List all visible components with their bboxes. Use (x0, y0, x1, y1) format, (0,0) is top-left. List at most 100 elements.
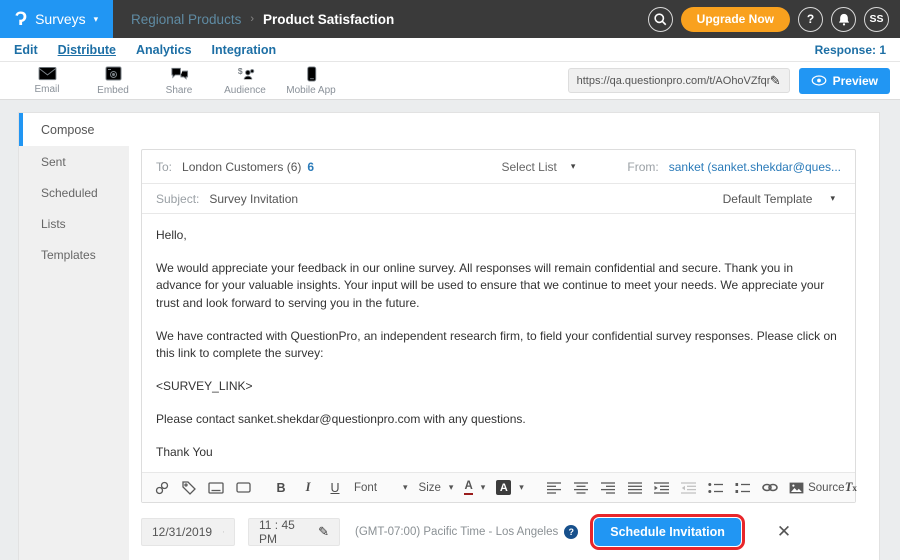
date-picker[interactable]: 12/31/2019 (141, 518, 235, 546)
calendar-icon (223, 525, 224, 539)
email-icon (38, 66, 57, 81)
survey-nav-row: Edit Distribute Analytics Integration Re… (0, 38, 900, 62)
tab-edit[interactable]: Edit (14, 43, 38, 57)
source-label: Source (808, 482, 844, 494)
upgrade-now-button[interactable]: Upgrade Now (681, 7, 790, 32)
channel-label: Mobile App (286, 85, 335, 96)
response-count[interactable]: Response: 1 (815, 43, 886, 57)
svg-text:$: $ (237, 66, 242, 76)
remove-format-button[interactable]: Tx (843, 478, 859, 498)
keyboard-icon (208, 482, 224, 494)
breadcrumb-folder[interactable]: Regional Products (131, 12, 241, 27)
button-icon (236, 482, 251, 493)
bg-color-icon: A (496, 480, 511, 495)
channel-audience[interactable]: $ Audience (212, 66, 278, 96)
underline-button[interactable]: U (327, 478, 343, 498)
indent-icon (654, 482, 669, 494)
indent-button[interactable] (654, 478, 670, 498)
anchor-link-button[interactable] (154, 478, 170, 498)
search-button[interactable] (648, 7, 673, 32)
from-value[interactable]: sanket (sanket.shekdar@ques... (669, 160, 841, 174)
close-icon[interactable]: ✕ (777, 522, 791, 542)
sidebar-item-sent[interactable]: Sent (19, 146, 129, 177)
search-icon (653, 12, 668, 27)
email-compose-card: To: London Customers (6) 6 Select List ▾… (141, 149, 856, 503)
surveys-product-menu[interactable]: Ɂ Surveys ▾ (0, 0, 113, 38)
channel-email[interactable]: Email (14, 66, 80, 95)
mobile-icon (305, 66, 318, 82)
size-dropdown[interactable]: Size▾ (419, 482, 454, 494)
highlight-annotation: Schedule Invitation (590, 514, 745, 550)
breadcrumb-survey-name: Product Satisfaction (263, 12, 394, 27)
numbered-list-button[interactable] (735, 478, 751, 498)
breadcrumb: Regional Products › Product Satisfaction (131, 12, 394, 27)
to-value[interactable]: London Customers (6) (182, 160, 301, 174)
tag-icon (182, 481, 196, 495)
from-label: From: (627, 160, 658, 174)
outdent-button[interactable] (681, 478, 697, 498)
timezone-help-icon[interactable]: ? (564, 525, 578, 539)
align-right-button[interactable] (600, 478, 616, 498)
tag-button[interactable] (181, 478, 197, 498)
sidebar-item-scheduled[interactable]: Scheduled (19, 177, 129, 208)
link-icon (762, 483, 778, 492)
schedule-invitation-button[interactable]: Schedule Invitation (594, 518, 741, 546)
channel-embed[interactable]: Embed (80, 66, 146, 96)
text-color-icon: A (464, 480, 472, 494)
tab-distribute[interactable]: Distribute (58, 43, 116, 57)
insert-image-button[interactable] (789, 478, 805, 498)
timezone-label: (GMT-07:00) Pacific Time - Los Angeles (355, 526, 558, 538)
timezone: (GMT-07:00) Pacific Time - Los Angeles ? (355, 525, 578, 539)
help-button[interactable]: ? (798, 7, 823, 32)
chevron-down-icon: ▾ (830, 194, 835, 203)
tx-t: T (845, 480, 853, 495)
italic-button[interactable]: I (300, 478, 316, 498)
insert-link-button[interactable] (762, 478, 778, 498)
align-right-icon (601, 482, 615, 494)
email-body-editor[interactable]: Hello, We would appreciate your feedback… (142, 214, 855, 472)
align-center-button[interactable] (573, 478, 589, 498)
channel-mobile-app[interactable]: Mobile App (278, 66, 344, 96)
merge-field-button[interactable] (208, 478, 224, 498)
tab-analytics[interactable]: Analytics (136, 43, 192, 57)
to-row: To: London Customers (6) 6 Select List ▾… (142, 150, 855, 184)
notifications-button[interactable] (831, 7, 856, 32)
time-picker[interactable]: 11 : 45 PM ✎ (248, 518, 340, 546)
share-icon (170, 66, 189, 82)
bold-button[interactable]: B (273, 478, 289, 498)
channel-share[interactable]: Share (146, 66, 212, 96)
text-color-button[interactable]: A▾ (464, 480, 485, 494)
edit-url-icon[interactable]: ✎ (770, 73, 781, 89)
top-header-bar: Ɂ Surveys ▾ Regional Products › Product … (0, 0, 900, 38)
chevron-down-icon: ▾ (481, 483, 486, 492)
survey-url-field[interactable]: https://qa.questionpro.com/t/AOhoVZfqml … (568, 68, 790, 93)
source-button[interactable]: Source (816, 478, 832, 498)
sidebar-item-templates[interactable]: Templates (19, 239, 129, 270)
channel-label: Audience (224, 85, 266, 96)
channel-label: Share (166, 85, 193, 96)
sidebar-item-compose[interactable]: Compose (19, 113, 879, 146)
body-paragraph: We would appreciate your feedback in our… (156, 260, 841, 312)
chevron-down-icon: ▾ (94, 15, 99, 24)
tab-integration[interactable]: Integration (212, 43, 277, 57)
bullet-list-button[interactable] (708, 478, 724, 498)
user-avatar[interactable]: SS (864, 7, 889, 32)
bg-color-button[interactable]: A▾ (496, 480, 524, 495)
select-list-dropdown[interactable]: Select List ▾ (501, 160, 575, 174)
font-dropdown[interactable]: Font▾ (354, 482, 408, 494)
chevron-down-icon: ▾ (571, 162, 576, 171)
chevron-down-icon: ▾ (403, 483, 408, 492)
sidebar-item-lists[interactable]: Lists (19, 208, 129, 239)
subject-row: Subject: Survey Invitation Default Templ… (142, 184, 855, 214)
subject-value[interactable]: Survey Invitation (209, 192, 298, 206)
survey-url-text: https://qa.questionpro.com/t/AOhoVZfqml (577, 75, 770, 87)
editor-toolbar: B I U Font▾ Size▾ A▾ A▾ Source Tx (142, 472, 855, 502)
justify-button[interactable] (627, 478, 643, 498)
tx-x: x (852, 483, 857, 493)
align-left-button[interactable] (546, 478, 562, 498)
button-insert-button[interactable] (235, 478, 251, 498)
bell-icon (837, 12, 851, 27)
template-dropdown[interactable]: Default Template ▾ (723, 192, 835, 206)
recipient-count[interactable]: 6 (307, 160, 314, 174)
preview-button[interactable]: Preview (799, 68, 890, 94)
